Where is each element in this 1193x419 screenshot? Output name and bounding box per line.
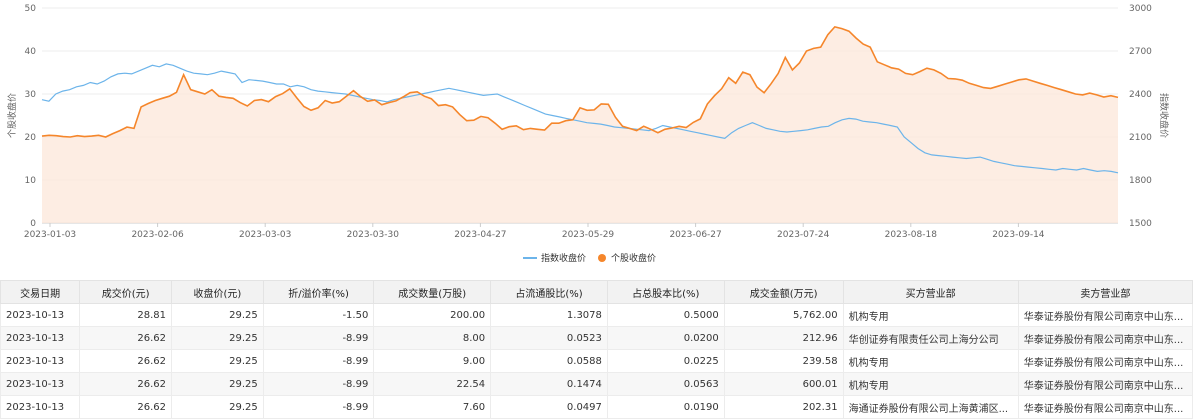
cell-close-price: 29.25 bbox=[171, 303, 264, 327]
cell-amount: 202.31 bbox=[723, 395, 844, 419]
x-tick-label: 2023-05-29 bbox=[562, 230, 615, 240]
cell-trade-price: 26.62 bbox=[79, 326, 173, 350]
cell-volume: 200.00 bbox=[373, 303, 492, 327]
cell-float-ratio: 1.3078 bbox=[490, 303, 608, 327]
y-left-tick-label: 10 bbox=[25, 176, 37, 186]
col-header-trade-price[interactable]: 成交价(元) bbox=[79, 280, 173, 304]
x-tick-label: 2023-06-27 bbox=[669, 230, 721, 240]
legend-stock-label: 个股收盘价 bbox=[611, 252, 656, 264]
cell-buyer: 机构专用 bbox=[842, 372, 1019, 396]
cell-premium-rate: -8.99 bbox=[262, 395, 375, 419]
cell-volume: 22.54 bbox=[373, 372, 492, 396]
y-right-tick-label: 2700 bbox=[1129, 47, 1152, 57]
cell-total-ratio: 0.5000 bbox=[606, 303, 725, 327]
cell-close-price: 29.25 bbox=[171, 395, 264, 419]
table-row: 2023-10-13 26.62 29.25 -8.99 9.00 0.0588… bbox=[0, 349, 1193, 373]
x-tick-label: 2023-07-24 bbox=[777, 230, 830, 240]
col-header-premium-rate[interactable]: 折/溢价率(%) bbox=[262, 280, 375, 304]
y-right-tick-label: 2400 bbox=[1129, 90, 1152, 100]
col-header-seller[interactable]: 卖方营业部 bbox=[1017, 280, 1193, 304]
y-left-tick-label: 0 bbox=[30, 219, 36, 229]
y-right-tick-label: 1500 bbox=[1129, 219, 1152, 229]
x-tick-label: 2023-04-27 bbox=[454, 230, 506, 240]
y-left-tick-label: 50 bbox=[25, 4, 37, 14]
y-right-tick-label: 2100 bbox=[1129, 133, 1152, 143]
cell-premium-rate: -8.99 bbox=[262, 326, 375, 350]
col-header-close-price[interactable]: 收盘价(元) bbox=[171, 280, 264, 304]
x-tick-label: 2023-02-06 bbox=[131, 230, 184, 240]
cell-premium-rate: -8.99 bbox=[262, 349, 375, 373]
cell-volume: 7.60 bbox=[373, 395, 492, 419]
table-row: 2023-10-13 26.62 29.25 -8.99 7.60 0.0497… bbox=[0, 395, 1193, 419]
y-right-tick-label: 1800 bbox=[1129, 176, 1152, 186]
cell-date: 2023-10-13 bbox=[0, 326, 81, 350]
y-left-tick-label: 40 bbox=[25, 47, 37, 57]
x-tick-label: 2023-09-14 bbox=[992, 230, 1045, 240]
price-comparison-chart: 0 10 20 30 40 50 1500 1800 2100 2400 2700 3000 个股收盘价… bbox=[0, 0, 1193, 270]
cell-date: 2023-10-13 bbox=[0, 303, 81, 327]
legend-stock-swatch bbox=[598, 254, 606, 262]
cell-seller: 华泰证券股份有限公司南京中山东... bbox=[1017, 395, 1193, 419]
y-left-axis-title: 个股收盘价 bbox=[6, 93, 18, 138]
cell-trade-price: 28.81 bbox=[79, 303, 173, 327]
y-right-tick-label: 3000 bbox=[1129, 4, 1152, 14]
cell-seller: 华泰证券股份有限公司南京中山东... bbox=[1017, 349, 1193, 373]
cell-float-ratio: 0.1474 bbox=[490, 372, 608, 396]
cell-date: 2023-10-13 bbox=[0, 349, 81, 373]
col-header-float-ratio[interactable]: 占流通股比(%) bbox=[490, 280, 608, 304]
y-right-axis-title: 指数收盘价 bbox=[1158, 93, 1170, 138]
cell-buyer: 海通证券股份有限公司上海黄浦区... bbox=[842, 395, 1019, 419]
cell-seller: 华泰证券股份有限公司南京中山东... bbox=[1017, 326, 1193, 350]
cell-buyer: 机构专用 bbox=[842, 349, 1019, 373]
cell-amount: 5,762.00 bbox=[723, 303, 844, 327]
cell-float-ratio: 0.0497 bbox=[490, 395, 608, 419]
table-header-row: 交易日期 成交价(元) 收盘价(元) 折/溢价率(%) 成交数量(万股) 占流通… bbox=[0, 280, 1193, 304]
chart-svg: 0 10 20 30 40 50 1500 1800 2100 2400 2700 3000 个股收盘价… bbox=[6, 4, 1170, 264]
col-header-volume[interactable]: 成交数量(万股) bbox=[373, 280, 492, 304]
x-tick-label: 2023-03-30 bbox=[347, 230, 400, 240]
cell-close-price: 29.25 bbox=[171, 349, 264, 373]
col-header-amount[interactable]: 成交金额(万元) bbox=[723, 280, 844, 304]
x-tick-label: 2023-08-18 bbox=[885, 230, 938, 240]
cell-seller: 华泰证券股份有限公司南京中山东... bbox=[1017, 372, 1193, 396]
cell-trade-price: 26.62 bbox=[79, 372, 173, 396]
cell-seller: 华泰证券股份有限公司南京中山东... bbox=[1017, 303, 1193, 327]
cell-close-price: 29.25 bbox=[171, 326, 264, 350]
legend-index-label: 指数收盘价 bbox=[541, 252, 586, 264]
table-row: 2023-10-13 26.62 29.25 -8.99 22.54 0.147… bbox=[0, 372, 1193, 396]
table-row: 2023-10-13 26.62 29.25 -8.99 8.00 0.0523… bbox=[0, 326, 1193, 350]
cell-close-price: 29.25 bbox=[171, 372, 264, 396]
cell-amount: 600.01 bbox=[723, 372, 844, 396]
cell-buyer: 机构专用 bbox=[842, 303, 1019, 327]
cell-trade-price: 26.62 bbox=[79, 395, 173, 419]
cell-total-ratio: 0.0225 bbox=[606, 349, 725, 373]
cell-trade-price: 26.62 bbox=[79, 349, 173, 373]
col-header-trade-date[interactable]: 交易日期 bbox=[0, 280, 81, 304]
cell-premium-rate: -1.50 bbox=[262, 303, 375, 327]
cell-buyer: 华创证券有限责任公司上海分公司 bbox=[842, 326, 1019, 350]
x-tick-label: 2023-01-03 bbox=[24, 230, 76, 240]
y-left-tick-label: 20 bbox=[25, 133, 37, 143]
cell-volume: 9.00 bbox=[373, 349, 492, 373]
cell-float-ratio: 0.0523 bbox=[490, 326, 608, 350]
cell-float-ratio: 0.0588 bbox=[490, 349, 608, 373]
block-trade-table: 交易日期 成交价(元) 收盘价(元) 折/溢价率(%) 成交数量(万股) 占流通… bbox=[0, 280, 1193, 419]
cell-premium-rate: -8.99 bbox=[262, 372, 375, 396]
cell-total-ratio: 0.0563 bbox=[606, 372, 725, 396]
col-header-buyer[interactable]: 买方营业部 bbox=[842, 280, 1019, 304]
col-header-total-ratio[interactable]: 占总股本比(%) bbox=[606, 280, 725, 304]
y-left-tick-label: 30 bbox=[25, 90, 37, 100]
cell-volume: 8.00 bbox=[373, 326, 492, 350]
cell-date: 2023-10-13 bbox=[0, 372, 81, 396]
cell-total-ratio: 0.0200 bbox=[606, 326, 725, 350]
table-row: 2023-10-13 28.81 29.25 -1.50 200.00 1.30… bbox=[0, 303, 1193, 327]
x-tick-label: 2023-03-03 bbox=[239, 230, 291, 240]
cell-amount: 212.96 bbox=[723, 326, 844, 350]
cell-amount: 239.58 bbox=[723, 349, 844, 373]
cell-date: 2023-10-13 bbox=[0, 395, 81, 419]
stock-price-area bbox=[42, 26, 1118, 224]
cell-total-ratio: 0.0190 bbox=[606, 395, 725, 419]
